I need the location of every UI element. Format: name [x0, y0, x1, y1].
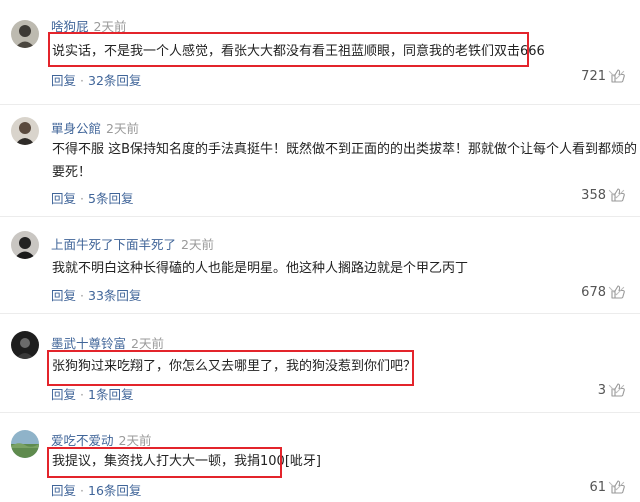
reply-button[interactable]: 回复 — [51, 288, 76, 303]
like-count: 3 — [597, 382, 606, 398]
comment-time: 2天前 — [106, 121, 139, 136]
view-replies-link[interactable]: 16条回复 — [88, 483, 141, 498]
like-count: 358 — [581, 187, 606, 203]
comment-username[interactable]: 啥狗屁 2天前 — [51, 16, 126, 35]
view-replies-link[interactable]: 5条回复 — [88, 191, 133, 206]
comment-line: 要死！ — [52, 165, 92, 180]
comment-line: 张狗狗过来吃翔了，你怎么又去哪里了，我的狗没惹到你们吧？ — [52, 359, 417, 374]
comment-time: 2天前 — [131, 336, 164, 351]
comment-actions: 回复 · 5条回复 — [51, 191, 134, 206]
reply-button[interactable]: 回复 — [51, 483, 76, 498]
comment-item: 爱吃不爱动 2天前 我提议，集资找人打大大一顿，我捐100[呲牙] 回复 · 16条回… — [0, 413, 640, 502]
avatar[interactable] — [11, 231, 39, 259]
comment-actions: 回复 · 16条回复 — [51, 483, 142, 498]
comment-line: 我提议，集资找人打大大一顿，我捐100[呲牙] — [52, 454, 321, 469]
comment-time: 2天前 — [93, 19, 127, 34]
view-replies-link[interactable]: 33条回复 — [88, 288, 141, 303]
username-text[interactable]: 上面牛死了下面羊死了 — [51, 237, 176, 252]
reply-button[interactable]: 回复 — [51, 73, 76, 88]
comment-line: 说实话，不是我一个人感觉，看张大大都没有看王祖蓝顺眼，同意我的老铁们双击666 — [52, 44, 545, 59]
comment-actions: 回复 · 1条回复 — [51, 387, 134, 402]
like-count: 721 — [581, 68, 606, 84]
avatar-image — [11, 331, 39, 359]
reply-button[interactable]: 回复 — [51, 191, 76, 206]
like-count: 678 — [581, 284, 606, 300]
avatar[interactable] — [11, 331, 39, 359]
comment-time: 2天前 — [118, 433, 152, 448]
username-text[interactable]: 啥狗屁 — [51, 19, 89, 34]
comment-item: 上面牛死了下面羊死了 2天前 我就不明白这种长得磕的人也能是明星。他这种人搁路边就… — [0, 217, 640, 313]
comment-username[interactable]: 上面牛死了下面羊死了 2天前 — [51, 234, 214, 253]
comment-line: 不得不服 这B保持知名度的手法真挺牛！既然做不到正面的的出类拔萃！那就做个让每个… — [52, 142, 638, 157]
comment-item: 墨武十尊铃富 2天前 张狗狗过来吃翔了，你怎么又去哪里了，我的狗没惹到你们吧？ 回… — [0, 314, 640, 412]
username-text[interactable]: 單身公館 — [51, 121, 101, 136]
username-text[interactable]: 墨武十尊铃富 — [51, 336, 126, 351]
comment-text: 说实话，不是我一个人感觉，看张大大都没有看王祖蓝顺眼，同意我的老铁们双击666 — [52, 40, 632, 63]
comment-actions: 回复 · 33条回复 — [51, 288, 142, 303]
comment-text: 张狗狗过来吃翔了，你怎么又去哪里了，我的狗没惹到你们吧？ — [52, 355, 632, 378]
avatar-image — [11, 430, 39, 458]
username-text[interactable]: 爱吃不爱动 — [51, 433, 114, 448]
comment-text: 我就不明白这种长得磕的人也能是明星。他这种人搁路边就是个甲乙丙丁 — [52, 257, 632, 280]
view-replies-link[interactable]: 32条回复 — [88, 73, 141, 88]
like-count: 61 — [589, 479, 606, 495]
comment-item: 啥狗屁 2天前 说实话，不是我一个人感觉，看张大大都没有看王祖蓝顺眼，同意我的老铁… — [0, 0, 640, 104]
reply-button[interactable]: 回复 — [51, 387, 76, 402]
comment-item: 單身公館 2天前 不得不服 这B保持知名度的手法真挺牛！既然做不到正面的的出类拔萃… — [0, 105, 640, 215]
avatar-image — [11, 20, 39, 48]
avatar[interactable] — [11, 117, 39, 145]
view-replies-link[interactable]: 1条回复 — [88, 387, 133, 402]
comment-text: 不得不服 这B保持知名度的手法真挺牛！既然做不到正面的的出类拔萃！那就做个让每个… — [52, 138, 638, 184]
comment-actions: 回复 · 32条回复 — [51, 73, 142, 88]
comment-username[interactable]: 單身公館 2天前 — [51, 118, 139, 137]
comment-time: 2天前 — [181, 237, 214, 252]
comment-username[interactable]: 爱吃不爱动 2天前 — [51, 430, 151, 449]
comment-line: 我就不明白这种长得磕的人也能是明星。他这种人搁路边就是个甲乙丙丁 — [52, 261, 469, 276]
comment-text: 我提议，集资找人打大大一顿，我捐100[呲牙] — [52, 450, 632, 473]
avatar[interactable] — [11, 430, 39, 458]
avatar-image — [11, 117, 39, 145]
comment-username[interactable]: 墨武十尊铃富 2天前 — [51, 333, 164, 352]
avatar-image — [11, 231, 39, 259]
avatar[interactable] — [11, 20, 39, 48]
